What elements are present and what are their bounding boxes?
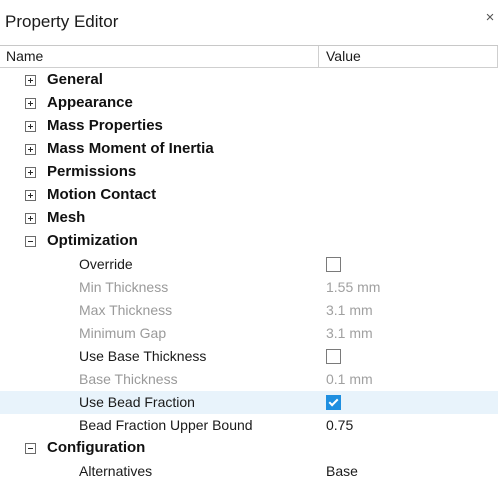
group-row-appearance[interactable]: Appearance [0, 92, 498, 115]
property-label: Alternatives [79, 463, 153, 479]
property-row-use-base-thickness[interactable]: Use Base Thickness [0, 345, 498, 368]
property-row-alternatives[interactable]: Alternatives Base [0, 460, 498, 483]
collapse-icon[interactable] [25, 443, 36, 454]
title-bar: Property Editor × [0, 0, 498, 46]
property-row-min-thickness[interactable]: Min Thickness 1.55 mm [0, 276, 498, 299]
group-row-mass-moment-of-inertia[interactable]: Mass Moment of Inertia [0, 138, 498, 161]
expand-icon[interactable] [25, 98, 36, 109]
property-label: Use Bead Fraction [79, 394, 195, 410]
group-label: Mass Properties [47, 117, 163, 134]
group-row-general[interactable]: General [0, 69, 498, 92]
column-header-name[interactable]: Name [6, 48, 43, 64]
close-icon[interactable]: × [483, 10, 497, 26]
property-value: 3.1 mm [326, 302, 373, 318]
property-label: Override [79, 256, 133, 272]
group-label: Mesh [47, 209, 86, 226]
expand-icon[interactable] [25, 190, 36, 201]
expand-icon[interactable] [25, 167, 36, 178]
property-label: Max Thickness [79, 302, 173, 318]
property-value[interactable]: 0.75 [326, 417, 353, 433]
group-row-optimization[interactable]: Optimization [0, 230, 498, 253]
group-label: Optimization [47, 232, 138, 249]
use-bead-fraction-checkbox[interactable] [326, 395, 341, 410]
property-label: Minimum Gap [79, 325, 167, 341]
property-row-use-bead-fraction[interactable]: Use Bead Fraction [0, 391, 498, 414]
expand-icon[interactable] [25, 144, 36, 155]
override-checkbox[interactable] [326, 257, 341, 272]
column-divider[interactable] [318, 46, 319, 68]
group-label: Mass Moment of Inertia [47, 140, 214, 157]
property-tree: General Appearance Mass Properties Mass … [0, 69, 498, 483]
collapse-icon[interactable] [25, 236, 36, 247]
use-base-thickness-checkbox[interactable] [326, 349, 341, 364]
group-label: General [47, 71, 103, 88]
expand-icon[interactable] [25, 121, 36, 132]
column-header: Name Value [0, 46, 498, 68]
expand-icon[interactable] [25, 75, 36, 86]
checkmark-icon [328, 396, 339, 407]
group-row-mass-properties[interactable]: Mass Properties [0, 115, 498, 138]
property-value: 1.55 mm [326, 279, 381, 295]
group-row-motion-contact[interactable]: Motion Contact [0, 184, 498, 207]
property-value: 3.1 mm [326, 325, 373, 341]
panel-title: Property Editor [5, 12, 119, 31]
property-editor-panel: Property Editor × Name Value General App… [0, 0, 498, 492]
group-row-mesh[interactable]: Mesh [0, 207, 498, 230]
property-row-base-thickness[interactable]: Base Thickness 0.1 mm [0, 368, 498, 391]
group-label: Permissions [47, 163, 137, 180]
group-label: Configuration [47, 439, 146, 456]
property-label: Bead Fraction Upper Bound [79, 417, 253, 433]
property-row-minimum-gap[interactable]: Minimum Gap 3.1 mm [0, 322, 498, 345]
property-value[interactable]: Base [326, 463, 358, 479]
property-row-override[interactable]: Override [0, 253, 498, 276]
expand-icon[interactable] [25, 213, 36, 224]
group-row-permissions[interactable]: Permissions [0, 161, 498, 184]
property-row-bead-fraction-upper-bound[interactable]: Bead Fraction Upper Bound 0.75 [0, 414, 498, 437]
property-label: Base Thickness [79, 371, 178, 387]
property-value: 0.1 mm [326, 371, 373, 387]
group-label: Appearance [47, 94, 133, 111]
group-label: Motion Contact [47, 186, 157, 203]
group-row-configuration[interactable]: Configuration [0, 437, 498, 460]
property-row-max-thickness[interactable]: Max Thickness 3.1 mm [0, 299, 498, 322]
property-label: Min Thickness [79, 279, 169, 295]
column-header-value[interactable]: Value [326, 48, 361, 64]
property-label: Use Base Thickness [79, 348, 207, 364]
